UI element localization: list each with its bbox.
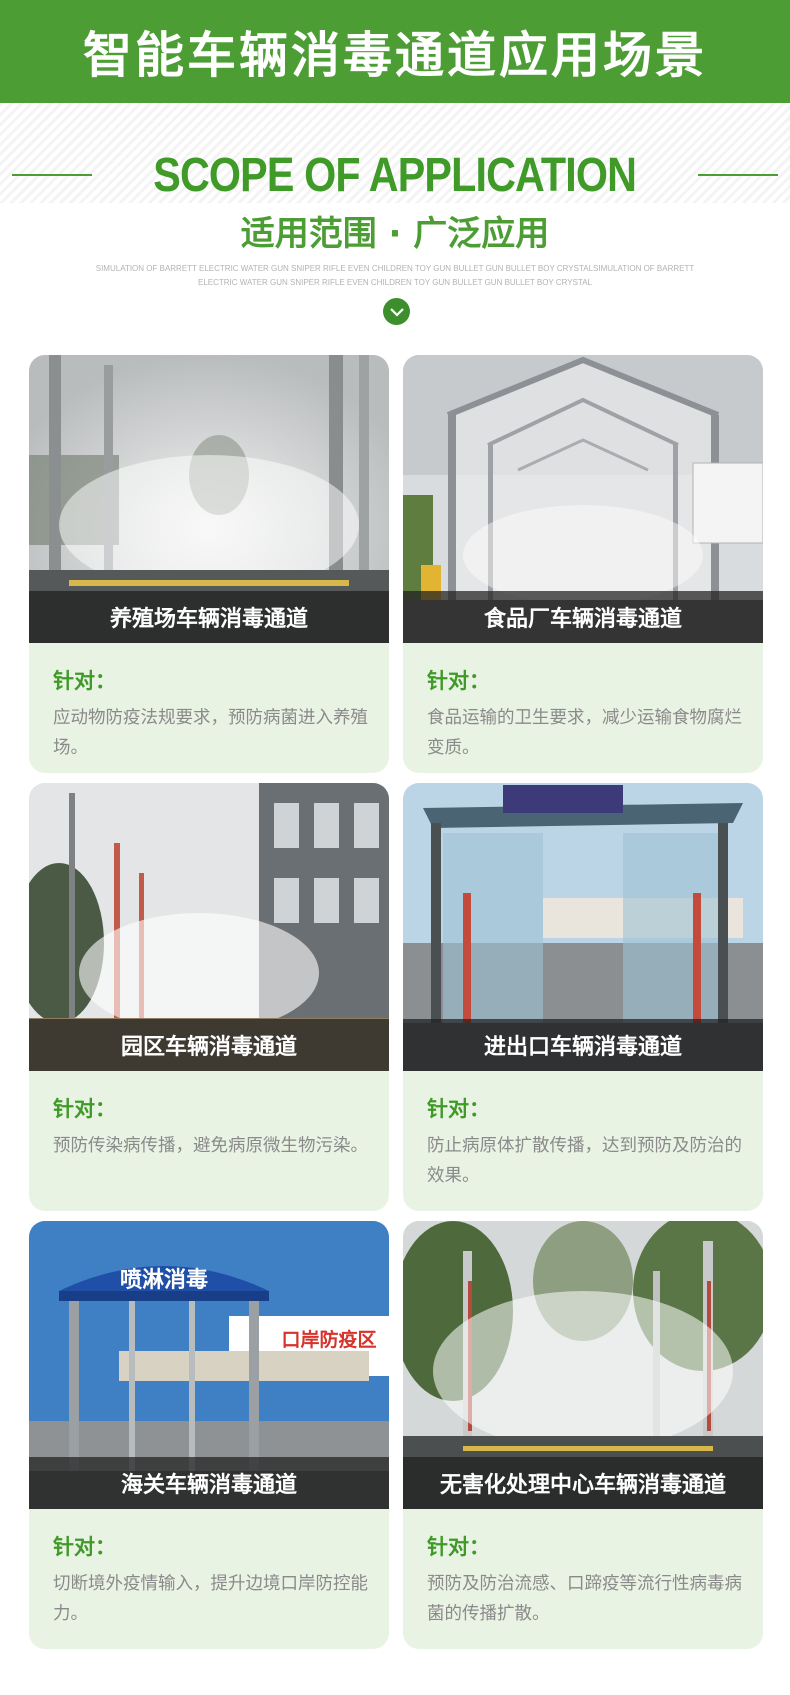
title-banner: 智能车辆消毒通道应用场景 — [0, 0, 790, 103]
target-label: 针对： — [427, 669, 490, 693]
card-caption: 海关车辆消毒通道 — [29, 1457, 389, 1509]
card-description: 预防及防治流感、口蹄疫等流行性病毒病菌的传播扩散。 — [427, 1574, 742, 1624]
scenario-card-park: 园区车辆消毒通道 针对： 预防传染病传播，避免病原微生物污染。 — [29, 783, 389, 1211]
card-caption: 无害化处理中心车辆消毒通道 — [403, 1457, 763, 1509]
card-caption: 园区车辆消毒通道 — [29, 1019, 389, 1071]
target-label: 针对： — [53, 1097, 116, 1121]
card-description: 食品运输的卫生要求，减少运输食物腐烂变质。 — [427, 708, 742, 758]
divider-left — [12, 174, 93, 176]
target-label: 针对： — [53, 669, 116, 693]
card-caption: 进出口车辆消毒通道 — [403, 1019, 763, 1071]
photo-import-export-tunnel: 进出口车辆消毒通道 — [403, 783, 763, 1071]
card-description: 防止病原体扩散传播，达到预防及防治的效果。 — [427, 1136, 742, 1186]
card-caption: 养殖场车辆消毒通道 — [29, 591, 389, 643]
scenario-card-import-export: 进出口车辆消毒通道 针对： 防止病原体扩散传播，达到预防及防治的效果。 — [403, 783, 763, 1211]
divider-right — [697, 174, 778, 176]
scope-heading: SCOPE OF APPLICATION — [0, 145, 790, 205]
scenario-card-farm: 养殖场车辆消毒通道 针对： 应动物防疫法规要求，预防病菌进入养殖场。 — [29, 355, 389, 773]
photo-customs-spray-station: 喷淋消毒 口岸防疫区 海关车辆消毒通道 — [29, 1221, 389, 1509]
photo-park-mist: 园区车辆消毒通道 — [29, 783, 389, 1071]
card-description: 切断境外疫情输入，提升边境口岸防控能力。 — [53, 1574, 368, 1624]
scenario-card-treatment-center: 无害化处理中心车辆消毒通道 针对： 预防及防治流感、口蹄疫等流行性病毒病菌的传播… — [403, 1221, 763, 1649]
customs-zone-sign: 口岸防疫区 — [281, 1328, 376, 1351]
card-description: 应动物防疫法规要求，预防病菌进入养殖场。 — [53, 708, 368, 758]
target-label: 针对： — [427, 1097, 490, 1121]
chevron-down-icon[interactable] — [383, 298, 410, 325]
page-title: 智能车辆消毒通道应用场景 — [82, 27, 707, 84]
target-label: 针对： — [427, 1535, 490, 1559]
scenario-card-customs: 喷淋消毒 口岸防疫区 海关车辆消毒通道 针对： 切断境外疫情输入，提升边境口岸防… — [29, 1221, 389, 1649]
scenario-card-food-factory: 食品厂车辆消毒通道 针对： 食品运输的卫生要求，减少运输食物腐烂变质。 — [403, 355, 763, 773]
card-description: 预防传染病传播，避免病原微生物污染。 — [53, 1136, 368, 1156]
scope-title-en: SCOPE OF APPLICATION — [153, 148, 638, 202]
photo-food-factory-tunnel: 食品厂车辆消毒通道 — [403, 355, 763, 643]
card-caption: 食品厂车辆消毒通道 — [403, 591, 763, 643]
target-label: 针对： — [53, 1535, 116, 1559]
scope-title-cn: 适用范围 · 广泛应用 — [240, 214, 550, 254]
fine-print: SIMULATION OF BARRETT ELECTRIC WATER GUN… — [95, 264, 695, 287]
customs-roof-sign: 喷淋消毒 — [120, 1267, 208, 1293]
photo-farm-mist: 养殖场车辆消毒通道 — [29, 355, 389, 643]
photo-treatment-center-mist: 无害化处理中心车辆消毒通道 — [403, 1221, 763, 1509]
